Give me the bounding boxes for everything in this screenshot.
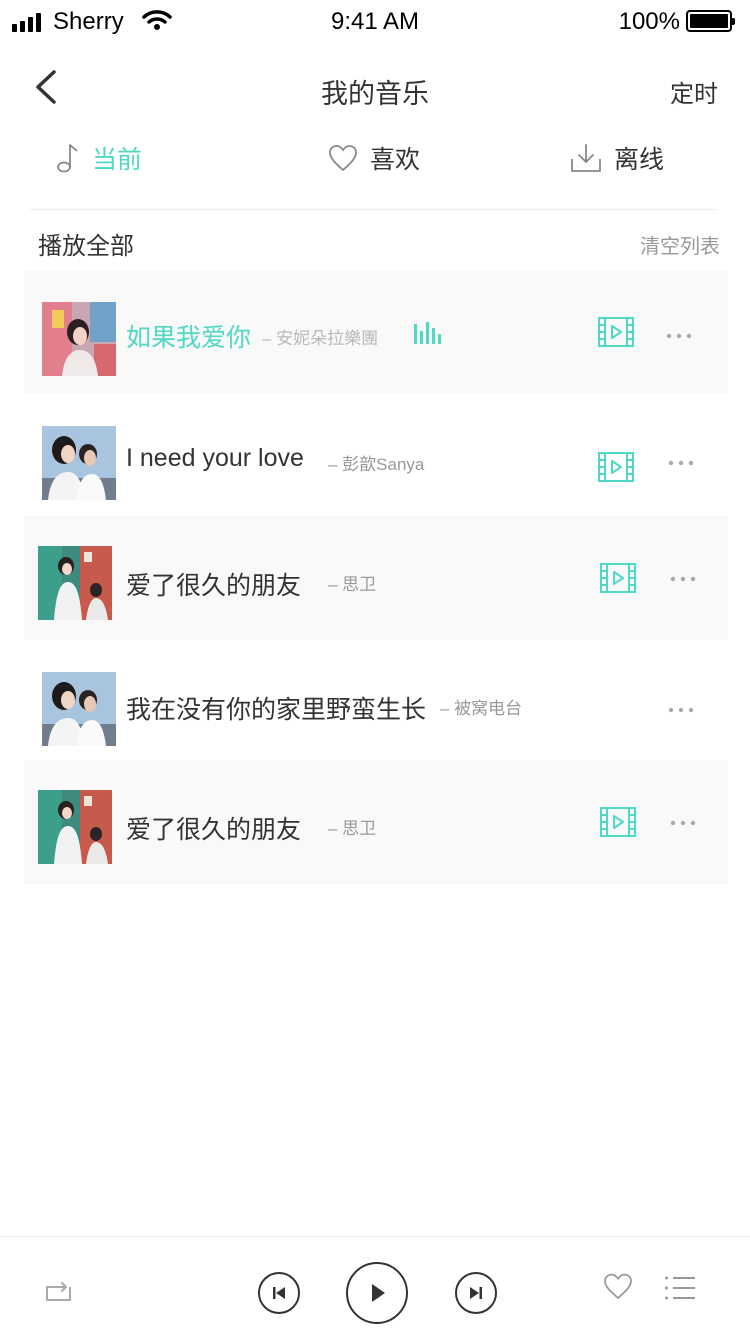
player-bar (0, 1236, 750, 1334)
next-icon (470, 1287, 482, 1299)
tab-like[interactable]: 喜欢 (328, 140, 420, 176)
song-row[interactable]: 爱了很久的朋友 – 思卫 (24, 516, 728, 640)
song-artist: – 彭歆Sanya (328, 455, 425, 474)
timer-button[interactable]: 定时 (670, 74, 718, 109)
album-cover (38, 790, 112, 864)
next-button[interactable] (455, 1272, 497, 1314)
play-all-button[interactable]: 播放全部 (38, 226, 134, 261)
song-title: I need your love (126, 444, 304, 472)
status-bar: Sherry 9:41 AM 100% (0, 0, 750, 44)
music-note-icon (57, 144, 78, 173)
mv-icon[interactable] (598, 317, 634, 347)
tab-bar: 当前 喜欢 离线 (30, 130, 716, 210)
equalizer-icon (414, 322, 441, 344)
mv-icon[interactable] (600, 563, 636, 593)
song-row[interactable]: 如果我爱你 – 安妮朵拉樂團 (24, 270, 728, 394)
tab-label: 喜欢 (370, 146, 421, 174)
play-icon (372, 1284, 385, 1302)
battery-icon (686, 10, 735, 32)
list-header: 播放全部 清空列表 (38, 226, 720, 261)
song-artist: – 被窝电台 (440, 699, 523, 718)
repeat-icon[interactable] (44, 1279, 74, 1303)
song-row[interactable]: 爱了很久的朋友 – 思卫 (24, 760, 728, 884)
battery-percent: 100% (618, 8, 680, 35)
song-artist: – 思卫 (328, 575, 377, 594)
tab-offline[interactable]: 离线 (570, 140, 664, 176)
mv-icon[interactable] (598, 452, 634, 482)
album-cover (38, 546, 112, 620)
tab-current[interactable]: 当前 (56, 140, 142, 176)
tab-label: 离线 (614, 146, 665, 174)
mv-icon[interactable] (600, 807, 636, 837)
song-artist: – 安妮朵拉樂團 (262, 329, 379, 348)
previous-button[interactable] (258, 1272, 300, 1314)
more-icon[interactable] (670, 576, 696, 582)
song-row[interactable]: 我在没有你的家里野蛮生长 – 被窝电台 (24, 642, 728, 766)
download-icon (571, 144, 601, 172)
album-cover (42, 302, 116, 376)
song-row[interactable]: I need your love – 彭歆Sanya (24, 396, 728, 520)
playlist-icon[interactable] (664, 1275, 696, 1301)
page-title: 我的音乐 (321, 79, 429, 109)
clear-list-button[interactable]: 清空列表 (640, 230, 720, 259)
song-artist: – 思卫 (328, 819, 377, 838)
previous-icon (273, 1287, 285, 1299)
song-title: 爱了很久的朋友 (126, 572, 302, 600)
play-button[interactable] (346, 1262, 408, 1324)
tab-label: 当前 (92, 146, 143, 174)
more-icon[interactable] (668, 707, 694, 713)
heart-icon[interactable] (603, 1273, 633, 1300)
more-icon[interactable] (670, 820, 696, 826)
more-icon[interactable] (668, 460, 694, 466)
heart-icon (329, 145, 357, 172)
song-title: 我在没有你的家里野蛮生长 (126, 696, 427, 724)
album-cover (42, 672, 116, 746)
song-title: 爱了很久的朋友 (126, 816, 302, 844)
album-cover (42, 426, 116, 500)
more-icon[interactable] (666, 333, 692, 339)
song-title: 如果我爱你 (126, 324, 252, 352)
